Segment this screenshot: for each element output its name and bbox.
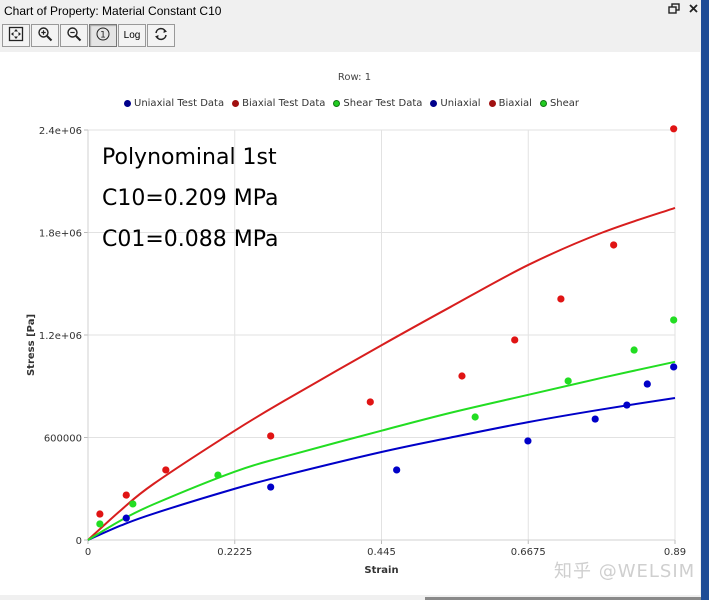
legend-item-uniaxial[interactable]: Uniaxial — [430, 98, 481, 109]
legend-item-shear-test-data[interactable]: Shear Test Data — [333, 98, 422, 109]
window-border — [701, 0, 709, 600]
legend-label: Uniaxial Test Data — [134, 98, 225, 109]
legend-item-biaxial[interactable]: Biaxial — [488, 98, 532, 109]
fit-view-icon — [8, 26, 24, 45]
legend-item-biaxial-test-data[interactable]: Biaxial Test Data — [232, 98, 325, 109]
watermark: 知乎 @WELSIM — [554, 561, 696, 582]
zoom-in-button[interactable] — [31, 24, 59, 47]
chart-legend: Uniaxial Test Data Biaxial Test Data She… — [124, 98, 579, 109]
chart-area[interactable] — [0, 52, 700, 595]
legend-marker — [124, 100, 131, 107]
title-bar: Chart of Property: Material Constant C10 — [0, 0, 700, 22]
legend-item-shear[interactable]: Shear — [539, 98, 580, 109]
fit-view-button[interactable] — [2, 24, 30, 47]
refresh-icon — [153, 26, 169, 45]
legend-item-uniaxial-test-data[interactable]: Uniaxial Test Data — [124, 98, 224, 109]
legend-label: Biaxial Test Data — [242, 98, 326, 109]
zoom-out-button[interactable] — [60, 24, 88, 47]
zoom-in-icon — [37, 26, 53, 45]
annotation-c01: C01=0.088 MPa — [102, 227, 279, 252]
one-to-one-icon: 1 — [95, 26, 111, 45]
legend-label: Uniaxial — [440, 98, 481, 109]
legend-marker — [333, 100, 341, 107]
legend-marker — [488, 100, 496, 107]
annotation-c10: C10=0.209 MPa — [102, 186, 279, 211]
log-scale-label: Log — [123, 30, 141, 41]
chart-title: Row: 1 — [337, 72, 372, 83]
legend-marker — [430, 100, 438, 107]
zoom-out-icon — [66, 26, 82, 45]
chart-toolbar: 1 Log — [2, 24, 175, 49]
legend-marker — [232, 100, 240, 107]
legend-label: Biaxial — [498, 98, 532, 109]
svg-text:1: 1 — [100, 31, 106, 41]
close-icon[interactable] — [686, 3, 700, 17]
legend-label: Shear — [549, 98, 580, 109]
reset-zoom-button[interactable]: 1 — [89, 24, 117, 47]
legend-marker — [539, 100, 547, 107]
annotation-model: Polynominal 1st — [102, 145, 277, 170]
legend-label: Shear Test Data — [343, 98, 423, 109]
restore-window-icon[interactable] — [667, 3, 681, 17]
refresh-button[interactable] — [147, 24, 175, 47]
window-title: Chart of Property: Material Constant C10 — [4, 4, 222, 18]
log-scale-button[interactable]: Log — [118, 24, 146, 47]
